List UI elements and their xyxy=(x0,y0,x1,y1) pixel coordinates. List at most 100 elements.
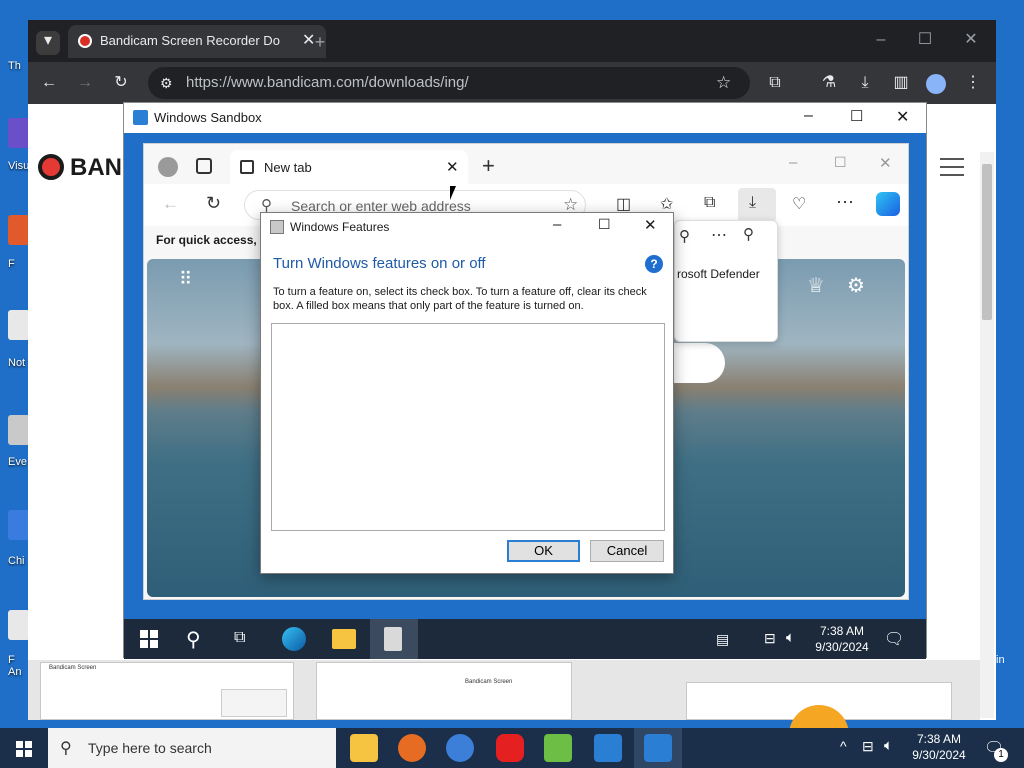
network-icon[interactable]: ⊟ xyxy=(764,630,776,647)
minimize-icon[interactable]: – xyxy=(789,154,797,171)
thumbnail-popup xyxy=(221,689,287,717)
maximize-icon[interactable]: ☐ xyxy=(834,154,847,171)
features-tree[interactable] xyxy=(271,323,665,531)
rewards-trophy-icon[interactable]: ♕ xyxy=(807,273,825,298)
profile-avatar[interactable] xyxy=(926,74,946,94)
help-icon[interactable]: ? xyxy=(645,255,663,273)
maximize-icon[interactable]: ☐ xyxy=(850,107,863,125)
minimize-icon[interactable]: – xyxy=(804,107,813,125)
chrome-toolbar: ← → ↻ ⚙ https://www.bandicam.com/downloa… xyxy=(28,62,996,104)
thumbnail-preview[interactable] xyxy=(686,682,952,735)
search-icon: ⚲ xyxy=(60,740,72,757)
maximize-icon[interactable]: ☐ xyxy=(598,216,611,233)
sandbox-clock[interactable]: 7:38 AM 9/30/2024 xyxy=(804,623,880,655)
taskbar-search-box[interactable]: ⚲ Type here to search xyxy=(48,728,336,768)
start-icon[interactable] xyxy=(140,630,158,648)
download-icon[interactable]: ⤓ xyxy=(854,73,876,93)
menu-icon[interactable]: ⋮ xyxy=(962,73,984,93)
new-tab-icon[interactable]: + xyxy=(482,153,495,179)
cancel-button[interactable]: Cancel xyxy=(590,540,664,562)
sandbox-active-button[interactable] xyxy=(634,728,682,768)
back-icon[interactable]: ← xyxy=(162,194,179,214)
site-info-icon[interactable]: ⚙ xyxy=(160,67,173,99)
start-icon[interactable] xyxy=(16,741,32,757)
task-view-icon[interactable]: ⧉ xyxy=(234,629,245,647)
volume-icon[interactable]: 🔈︎ xyxy=(884,737,893,754)
file-explorer-icon[interactable] xyxy=(332,629,356,649)
address-bar[interactable]: ⚙ https://www.bandicam.com/downloads/ing… xyxy=(148,67,750,99)
labs-icon[interactable]: ⚗ xyxy=(818,73,840,93)
network-icon[interactable]: ⊟ xyxy=(862,738,874,755)
profile-icon[interactable] xyxy=(158,157,178,177)
minimize-icon[interactable]: – xyxy=(870,30,892,50)
vscode-icon[interactable] xyxy=(8,118,30,148)
new-tab-icon[interactable]: + xyxy=(309,32,331,52)
tab-title: Bandicam Screen Recorder Do xyxy=(100,33,280,48)
chevron-up-icon[interactable]: ^ xyxy=(840,738,847,754)
youtube-icon[interactable] xyxy=(496,734,524,762)
workspaces-icon[interactable] xyxy=(196,158,212,174)
refresh-icon[interactable]: ↻ xyxy=(206,193,221,214)
back-icon[interactable]: ← xyxy=(38,73,60,93)
thumbnail-preview[interactable]: Bandicam Screen xyxy=(40,662,294,720)
notification-icon[interactable]: 🗨︎ xyxy=(884,629,904,649)
edge-taskbar-icon[interactable] xyxy=(282,627,306,651)
volume-icon[interactable]: 🔈︎ xyxy=(786,629,795,646)
search-box[interactable] xyxy=(671,343,725,383)
tab-search-icon[interactable]: ▾ xyxy=(36,31,60,55)
ok-button[interactable]: OK xyxy=(507,540,580,562)
bookmark-star-icon[interactable]: ☆ xyxy=(716,67,731,99)
apps-grid-icon[interactable]: ⠿ xyxy=(179,270,193,288)
favorites-icon[interactable]: ✩ xyxy=(660,194,673,214)
copilot-icon[interactable] xyxy=(876,192,900,216)
taskbar: ⚲ Type here to search ^ ⊟ 🔈︎ 7:38 AM 9/3… xyxy=(0,728,1024,768)
chrome-app-icon[interactable] xyxy=(8,510,30,540)
downloads-button[interactable]: ⤓ xyxy=(738,188,776,222)
more-icon[interactable]: ⋯ xyxy=(711,225,727,245)
firefox-icon[interactable] xyxy=(398,734,426,762)
mouse-cursor-icon xyxy=(450,186,456,200)
paint-app-icon[interactable] xyxy=(544,734,572,762)
taskbar-clock[interactable]: 7:38 AM 9/30/2024 xyxy=(904,731,974,763)
side-panel-icon[interactable]: ▥ xyxy=(890,73,912,93)
file-icon[interactable] xyxy=(8,610,30,640)
pin-icon[interactable]: ⚲ xyxy=(743,225,754,243)
close-icon[interactable]: ✕ xyxy=(644,216,657,234)
reload-icon[interactable]: ↻ xyxy=(110,73,132,93)
maximize-icon[interactable]: ☐ xyxy=(914,30,936,50)
taskbar-search-placeholder: Type here to search xyxy=(88,740,212,756)
collections-icon[interactable]: ⧉ xyxy=(704,194,715,212)
notepad-icon[interactable] xyxy=(8,310,30,340)
news-icon[interactable]: ▤ xyxy=(716,631,729,648)
search-icon[interactable]: ⚲ xyxy=(679,227,690,245)
settings-gear-icon[interactable]: ⚙ xyxy=(847,273,865,298)
browser-essentials-icon[interactable]: ♡ xyxy=(792,194,806,214)
notification-badge: 1 xyxy=(994,748,1008,762)
chrome-tab[interactable]: Bandicam Screen Recorder Do ✕ xyxy=(68,25,326,58)
forward-icon[interactable]: → xyxy=(74,73,96,93)
more-icon[interactable]: ⋯ xyxy=(836,192,854,213)
minimize-icon[interactable]: – xyxy=(553,216,561,233)
thumbnail-preview[interactable]: Bandicam Screen xyxy=(316,662,572,720)
edge-tab[interactable]: New tab ✕ xyxy=(230,150,468,184)
file-explorer-icon[interactable] xyxy=(350,734,378,762)
close-icon[interactable]: ✕ xyxy=(879,154,892,172)
sandbox-clock-date: 9/30/2024 xyxy=(815,640,869,654)
close-icon[interactable]: ✕ xyxy=(960,30,982,50)
close-icon[interactable]: ✕ xyxy=(896,107,909,127)
chrome-icon[interactable] xyxy=(446,734,474,762)
search-icon[interactable]: ⚲ xyxy=(186,627,201,652)
taskbar-clock-date: 9/30/2024 xyxy=(912,748,966,762)
desktop-icon-label: Th xyxy=(8,60,21,72)
dialog-title: Windows Features xyxy=(290,220,390,234)
windows-features-taskbar-button[interactable] xyxy=(370,619,418,659)
hamburger-menu-icon[interactable] xyxy=(940,158,964,176)
sandbox-taskbar-icon[interactable] xyxy=(594,734,622,762)
scrollbar[interactable] xyxy=(980,152,994,718)
desktop-icon-label: Not xyxy=(8,357,26,369)
event-viewer-icon[interactable] xyxy=(8,415,30,445)
firefox-icon[interactable] xyxy=(8,215,30,245)
tab-close-icon[interactable]: ✕ xyxy=(446,158,459,176)
split-screen-icon[interactable]: ◫ xyxy=(616,194,631,214)
extensions-icon[interactable]: ⧉ xyxy=(764,73,786,93)
